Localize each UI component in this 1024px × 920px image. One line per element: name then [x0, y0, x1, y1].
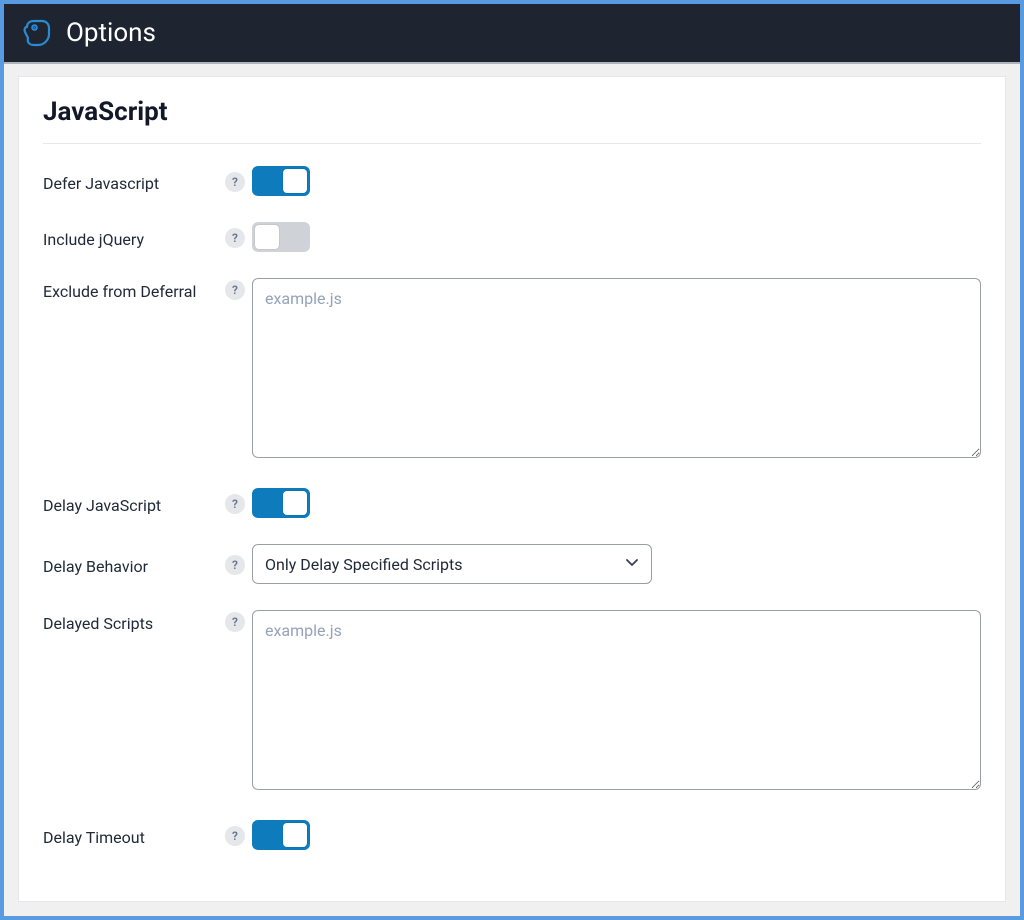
label-delay-timeout: Delay Timeout [43, 824, 218, 847]
textarea-exclude-from-deferral[interactable] [252, 278, 981, 458]
header-gap [4, 64, 1020, 76]
row-defer-javascript: Defer Javascript ? [43, 166, 981, 196]
label-defer-javascript: Defer Javascript [43, 170, 218, 193]
help-icon[interactable]: ? [225, 612, 245, 632]
settings-panel: JavaScript Defer Javascript ? Include jQ… [18, 76, 1006, 902]
toggle-defer-javascript[interactable] [252, 166, 310, 196]
toggle-delay-timeout[interactable] [252, 820, 310, 850]
select-delay-behavior[interactable]: Only Delay Specified Scripts [252, 544, 652, 584]
row-delay-behavior: Delay Behavior ? Only Delay Specified Sc… [43, 544, 981, 584]
label-exclude-from-deferral: Exclude from Deferral [43, 278, 218, 301]
row-exclude-from-deferral: Exclude from Deferral ? [43, 278, 981, 462]
row-delayed-scripts: Delayed Scripts ? [43, 610, 981, 794]
label-delayed-scripts: Delayed Scripts [43, 610, 218, 633]
app-header: Options [4, 4, 1020, 62]
textarea-delayed-scripts[interactable] [252, 610, 981, 790]
label-delay-behavior: Delay Behavior [43, 553, 218, 576]
section-title: JavaScript [43, 97, 981, 144]
help-icon[interactable]: ? [225, 494, 245, 514]
toggle-include-jquery[interactable] [252, 222, 310, 252]
label-include-jquery: Include jQuery [43, 226, 218, 249]
help-icon[interactable]: ? [225, 172, 245, 192]
row-delay-timeout: Delay Timeout ? [43, 820, 981, 850]
label-delay-javascript: Delay JavaScript [43, 492, 218, 515]
app-logo-icon [22, 18, 52, 48]
toggle-delay-javascript[interactable] [252, 488, 310, 518]
app-title: Options [66, 18, 156, 48]
help-icon[interactable]: ? [225, 280, 245, 300]
help-icon[interactable]: ? [225, 228, 245, 248]
help-icon[interactable]: ? [225, 555, 245, 575]
row-delay-javascript: Delay JavaScript ? [43, 488, 981, 518]
row-include-jquery: Include jQuery ? [43, 222, 981, 252]
help-icon[interactable]: ? [225, 826, 245, 846]
